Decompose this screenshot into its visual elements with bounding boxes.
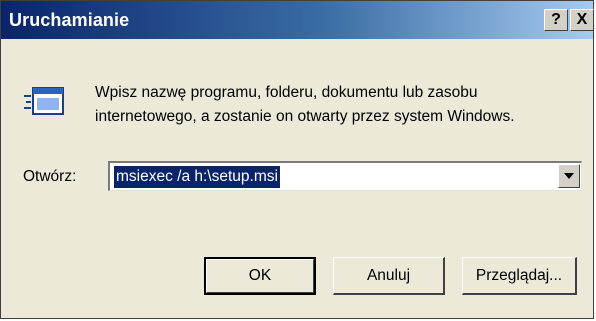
instruction-text: Wpisz nazwę programu, folderu, dokumentu… (95, 81, 585, 129)
dropdown-button[interactable] (558, 164, 580, 188)
instruction-line-1: Wpisz nazwę programu, folderu, dokumentu… (95, 84, 478, 101)
ok-button[interactable]: OK (204, 257, 316, 295)
dropdown-arrow-icon (564, 173, 574, 179)
run-dialog: Uruchamianie ? X Wpisz nazwę programu, f… (0, 0, 594, 319)
run-program-icon (24, 87, 64, 115)
ok-button-label: OK (248, 267, 272, 284)
window-title: Uruchamianie (9, 10, 130, 30)
open-combobox[interactable]: msiexec /a h:\setup.msi (108, 161, 582, 191)
browse-button[interactable]: Przeglądaj... (462, 257, 577, 295)
cancel-button[interactable]: Anuluj (333, 257, 445, 295)
open-label: Otwórz: (23, 168, 77, 185)
close-button[interactable]: X (570, 9, 594, 31)
help-button[interactable]: ? (544, 9, 568, 31)
title-bar[interactable]: Uruchamianie ? X (1, 1, 594, 39)
instruction-line-2: internetowego, a zostanie on otwarty prz… (95, 108, 515, 125)
open-input[interactable]: msiexec /a h:\setup.msi (114, 166, 280, 188)
